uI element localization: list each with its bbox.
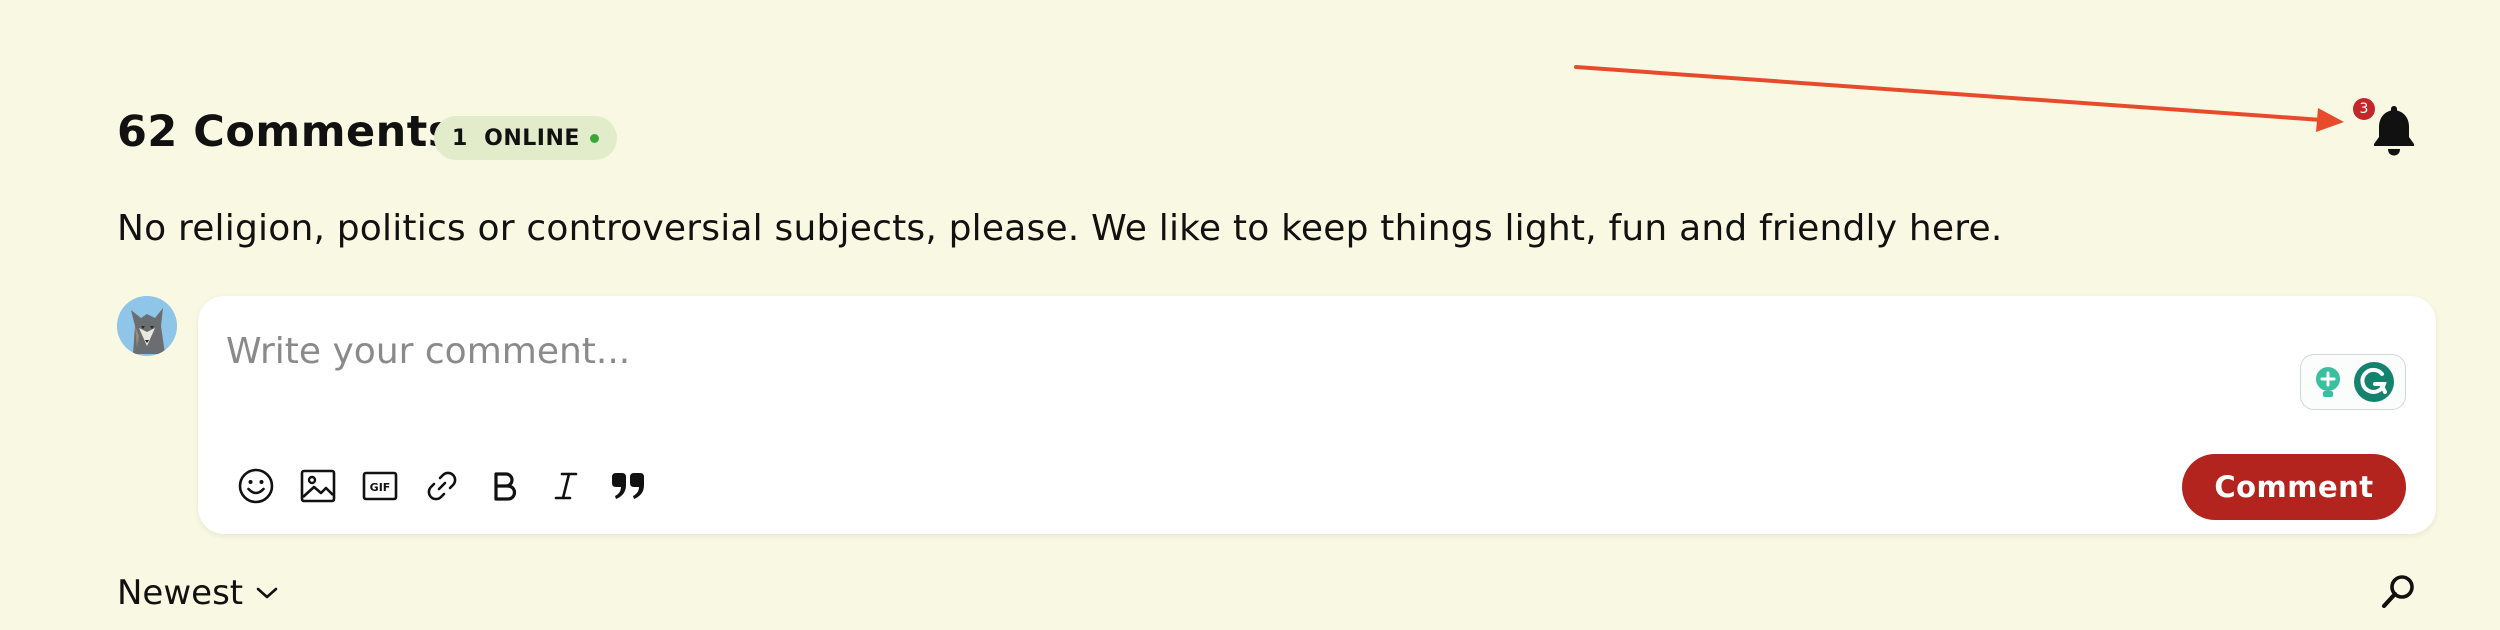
chevron-down-icon [256, 587, 278, 599]
italic-button[interactable] [546, 466, 586, 506]
sort-selected-label: Newest [117, 573, 244, 613]
sort-dropdown[interactable]: Newest [117, 568, 281, 618]
emoji-icon [238, 468, 274, 504]
image-icon [300, 469, 336, 503]
link-icon [427, 471, 457, 501]
online-dot-icon [589, 133, 599, 143]
search-comments-button[interactable] [2376, 570, 2420, 614]
user-avatar[interactable] [117, 296, 177, 356]
comment-input[interactable] [226, 326, 2226, 376]
online-status-badge: 1 ONLINE [434, 116, 617, 160]
grammarly-g-icon [2354, 362, 2394, 402]
comments-count-title: 62 Comments [117, 107, 454, 157]
quote-icon [612, 473, 644, 499]
online-label: 1 ONLINE [452, 125, 580, 151]
community-guidelines-text: No religion, politics or controversial s… [117, 208, 2003, 249]
gif-button[interactable]: GIF [360, 466, 400, 506]
gif-icon: GIF [362, 471, 398, 501]
comments-section: 62 Comments 1 ONLINE 3 No religion, poli… [0, 0, 2500, 630]
comment-editor: GIF [198, 296, 2436, 534]
bold-button[interactable] [484, 466, 524, 506]
grammarly-widget[interactable] [2300, 354, 2406, 410]
link-button[interactable] [422, 466, 462, 506]
quote-button[interactable] [608, 466, 648, 506]
emoji-button[interactable] [236, 466, 276, 506]
wolf-avatar-icon [117, 296, 177, 356]
search-icon [2381, 575, 2414, 609]
formatting-toolbar: GIF [236, 466, 648, 506]
lightbulb-icon [2316, 367, 2340, 397]
bold-icon [494, 472, 517, 501]
notification-count-badge: 3 [2353, 98, 2375, 120]
image-button[interactable] [298, 466, 338, 506]
submit-comment-button[interactable]: Comment [2182, 454, 2406, 520]
gif-icon-label: GIF [370, 481, 391, 494]
italic-icon [554, 472, 578, 500]
